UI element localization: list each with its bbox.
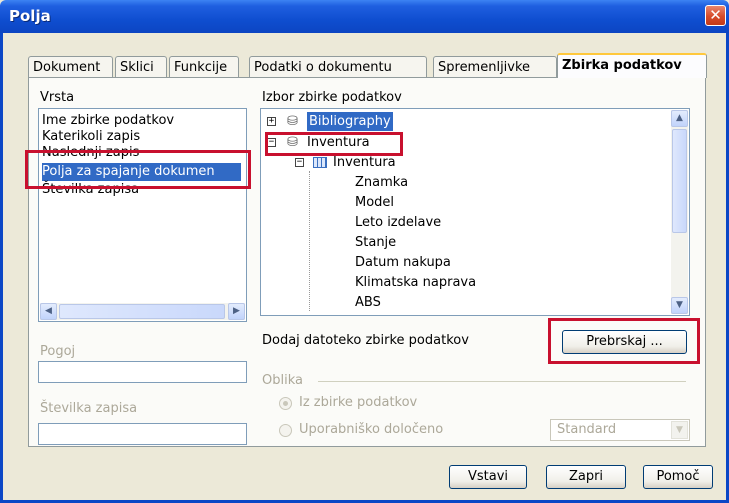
tree-field[interactable]: Stanje (355, 233, 396, 252)
tree-field[interactable]: Leto izdelave (355, 213, 441, 232)
db-tree-heading: Izbor zbirke podatkov (262, 90, 402, 105)
list-item-selected[interactable]: Polja za spajanje dokumen (42, 163, 241, 181)
radio-user-defined[interactable] (279, 424, 292, 437)
tab-spremenljivke[interactable]: Spremenljivke (433, 56, 557, 77)
format-legend: Oblika (262, 373, 303, 388)
database-icon: ⛁ (287, 135, 298, 150)
tree-line (309, 171, 311, 311)
scroll-thumb[interactable] (59, 304, 225, 319)
tab-sklici[interactable]: Sklici (115, 56, 167, 77)
tree-field[interactable]: Znamka (355, 173, 408, 192)
tab-zbirka-podatkov[interactable]: Zbirka podatkov (557, 53, 707, 78)
expand-icon[interactable]: + (267, 117, 276, 126)
list-item[interactable]: Številka zapisa (42, 181, 139, 199)
vertical-scrollbar[interactable]: ▲ ▼ (671, 110, 688, 314)
format-select[interactable]: Standard ▼ (550, 419, 690, 441)
type-list-heading: Vrsta (40, 90, 75, 105)
radio-from-database[interactable] (279, 397, 292, 410)
horizontal-scrollbar[interactable]: ◀ ▶ (40, 303, 245, 320)
radio-user-defined-label: Uporabniško določeno (299, 422, 444, 437)
chevron-down-icon[interactable]: ▼ (671, 421, 688, 439)
list-item[interactable]: Naslednji zapis (42, 144, 139, 162)
database-icon: ⛁ (287, 114, 298, 129)
record-number-label: Številka zapisa (40, 401, 138, 416)
scroll-left-icon[interactable]: ◀ (40, 303, 57, 320)
collapse-icon[interactable]: − (295, 158, 304, 167)
scroll-down-icon[interactable]: ▼ (671, 297, 688, 314)
tree-field[interactable]: Model (355, 193, 394, 212)
scroll-right-icon[interactable]: ▶ (228, 303, 245, 320)
condition-input[interactable] (38, 361, 247, 383)
scroll-up-icon[interactable]: ▲ (671, 110, 688, 127)
title-bar: Polja ✕ (0, 0, 729, 33)
record-number-input[interactable] (38, 423, 247, 445)
add-db-label: Dodaj datoteko zbirke podatkov (262, 333, 469, 348)
close-window-button[interactable]: ✕ (705, 5, 726, 26)
condition-label: Pogoj (40, 344, 76, 359)
tab-podatki-o-dokumentu[interactable]: Podatki o dokumentu (249, 56, 427, 77)
tree-field[interactable]: Datum nakupa (355, 253, 451, 272)
close-icon: ✕ (709, 6, 722, 24)
type-list[interactable]: Ime zbirke podatkov Katerikoli zapis Nas… (38, 108, 247, 322)
table-icon (313, 157, 327, 168)
scroll-thumb[interactable] (672, 129, 687, 233)
tab-dokument[interactable]: Dokument (28, 56, 113, 77)
collapse-icon[interactable]: − (267, 138, 276, 147)
help-button[interactable]: Pomoč (643, 465, 713, 489)
window-title: Polja (9, 7, 51, 25)
tab-funkcije[interactable]: Funkcije (169, 56, 239, 77)
tree-field[interactable]: Klimatska naprava (355, 273, 476, 292)
close-button[interactable]: Zapri (546, 465, 626, 489)
database-tree[interactable]: + ⛁ Bibliography − ⛁ Inventura − Inventu… (260, 108, 690, 316)
format-divider (318, 381, 686, 382)
radio-from-database-label: Iz zbirke podatkov (299, 395, 418, 410)
tree-field[interactable]: ABS (355, 293, 381, 312)
browse-button[interactable]: Prebrskaj ... (562, 330, 687, 354)
insert-button[interactable]: Vstavi (449, 465, 527, 489)
